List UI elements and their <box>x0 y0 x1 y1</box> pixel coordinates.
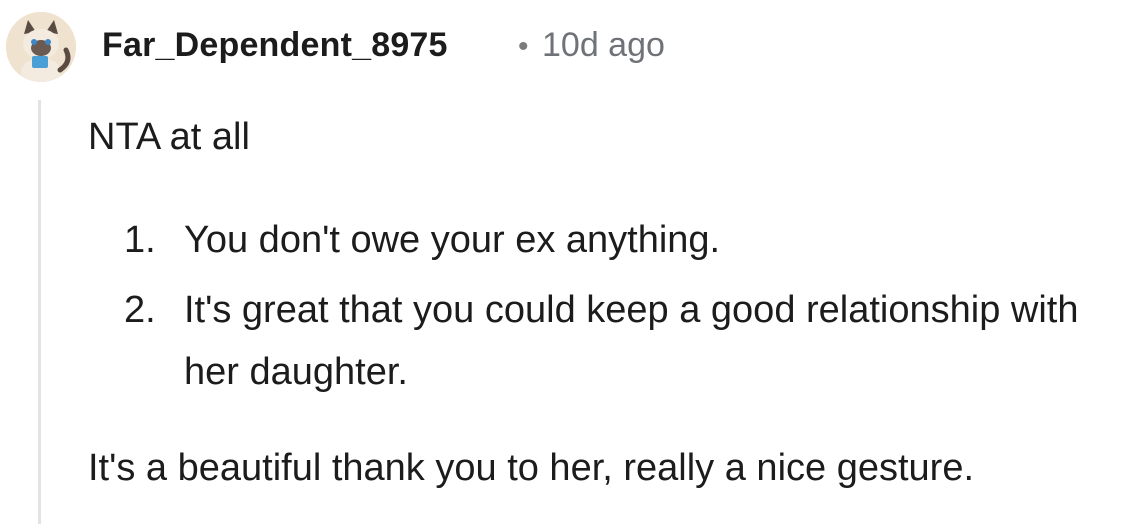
separator-dot: • <box>518 30 529 63</box>
comment-list: 1. You don't owe your ex anything. 2. It… <box>88 209 1138 403</box>
comment-intro: NTA at all <box>88 116 250 158</box>
list-item-text: You don't owe your ex anything. <box>184 218 721 261</box>
comment-body: NTA at all 1. You don't owe your ex anyt… <box>88 108 1138 498</box>
comment-timestamp[interactable]: 10d ago <box>542 26 665 65</box>
list-item-number: 2. <box>124 288 156 331</box>
list-item-number: 1. <box>124 218 156 261</box>
comment-closing: It's a beautiful thank you to her, reall… <box>88 446 975 489</box>
list-item: 1. You don't owe your ex anything. <box>88 209 1138 271</box>
list-item: 2. It's great that you could keep a good… <box>88 279 1138 403</box>
siamese-cat-avatar-icon <box>6 12 76 82</box>
avatar[interactable] <box>6 12 76 82</box>
author-username[interactable]: Far_Dependent_8975 <box>102 26 448 65</box>
thread-collapse-line[interactable] <box>38 100 41 524</box>
list-item-text: It's great that you could keep a good re… <box>184 288 1079 393</box>
